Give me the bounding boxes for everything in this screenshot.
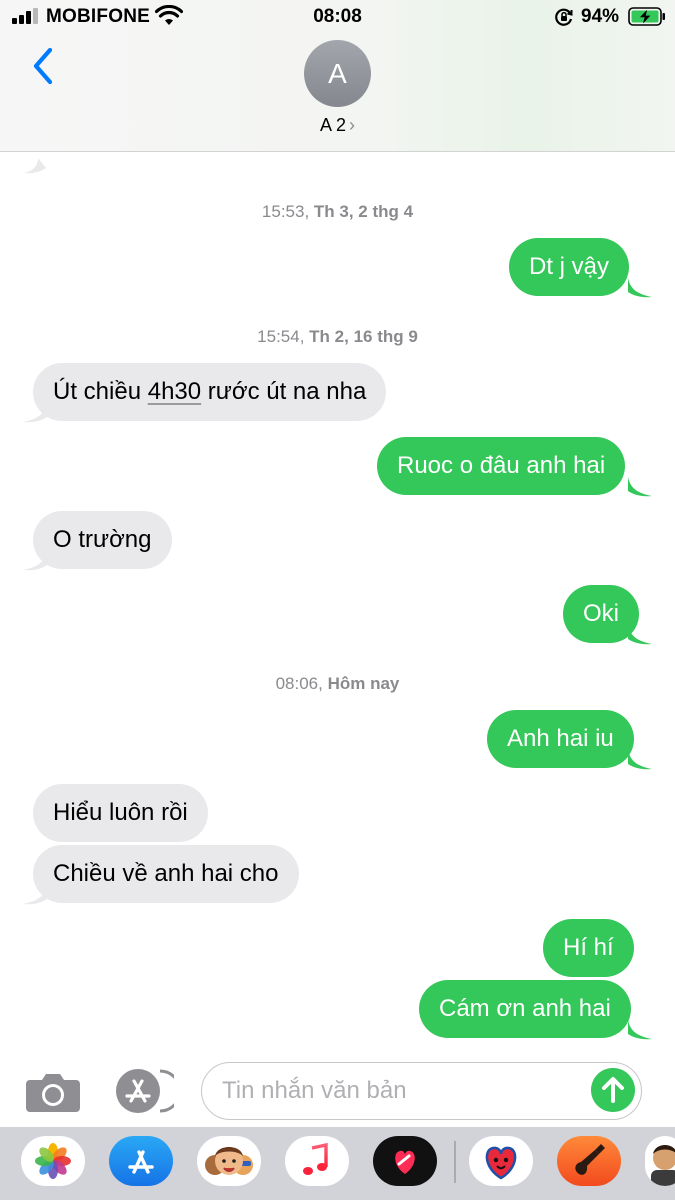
sent-message[interactable]: Dt j vậy bbox=[509, 238, 630, 296]
bubble-tail bbox=[23, 885, 47, 905]
app-store-drawer-icon[interactable] bbox=[114, 1068, 174, 1114]
message-timestamp: 15:54, Th 2, 16 thg 9 bbox=[257, 327, 418, 346]
bubble-tail bbox=[628, 750, 652, 770]
message-text-field[interactable]: Tin nhắn văn bản bbox=[201, 1062, 642, 1120]
detected-time-link[interactable]: 4h30 bbox=[148, 378, 201, 405]
chevron-right-icon: › bbox=[349, 115, 356, 135]
photos-icon[interactable] bbox=[21, 1136, 85, 1186]
bubble-tail bbox=[23, 403, 47, 423]
bubble-tail bbox=[24, 158, 46, 174]
message-placeholder: Tin nhắn văn bản bbox=[222, 1077, 407, 1104]
received-message[interactable]: Út chiều 4h30 rước út na nha bbox=[33, 363, 387, 421]
bubble-tail bbox=[628, 625, 652, 645]
bubble-tail bbox=[628, 477, 652, 497]
received-message[interactable]: Hiểu luôn rồi bbox=[33, 784, 208, 842]
bubble-tail bbox=[628, 278, 652, 298]
sent-message[interactable]: Ruoc o đâu anh hai bbox=[377, 437, 626, 495]
imessage-app-drawer bbox=[0, 1127, 675, 1200]
garageband-icon[interactable] bbox=[557, 1136, 621, 1186]
contact-avatar[interactable]: A bbox=[304, 40, 371, 107]
conversation-header: MOBIFONE 08:08 94% A A 2 › bbox=[0, 0, 675, 152]
received-message[interactable]: O trường bbox=[33, 511, 172, 569]
message-timestamp: 08:06, Hôm nay bbox=[275, 674, 400, 693]
battery-charging-icon bbox=[628, 7, 665, 26]
contact-name: A 2 bbox=[319, 115, 347, 135]
bubble-tail bbox=[23, 551, 47, 571]
contact-name-button[interactable]: A 2 › bbox=[0, 115, 675, 136]
battery-percentage: 94% bbox=[581, 6, 620, 27]
sent-message[interactable]: Cám ơn anh hai bbox=[419, 980, 631, 1038]
memoji-icon[interactable] bbox=[197, 1136, 261, 1186]
message-timestamp: 15:53, Th 3, 2 thg 4 bbox=[261, 202, 414, 221]
rotation-lock-icon bbox=[555, 8, 573, 26]
drawer-divider bbox=[454, 1141, 456, 1183]
avatar-sticker-icon[interactable] bbox=[645, 1136, 675, 1186]
sticker-icon[interactable] bbox=[469, 1136, 533, 1186]
back-chevron-icon[interactable] bbox=[30, 46, 56, 86]
sent-message[interactable]: Anh hai iu bbox=[487, 710, 634, 768]
bubble-tail bbox=[628, 1020, 652, 1040]
status-bar: MOBIFONE 08:08 94% bbox=[0, 0, 675, 34]
sent-message[interactable]: Hí hí bbox=[543, 919, 634, 977]
received-message[interactable]: Chiều về anh hai cho bbox=[33, 845, 299, 903]
camera-icon[interactable] bbox=[26, 1070, 80, 1112]
app-store-icon[interactable] bbox=[109, 1136, 173, 1186]
digital-touch-icon[interactable] bbox=[373, 1136, 437, 1186]
send-button[interactable] bbox=[591, 1068, 635, 1112]
music-icon[interactable] bbox=[285, 1136, 349, 1186]
